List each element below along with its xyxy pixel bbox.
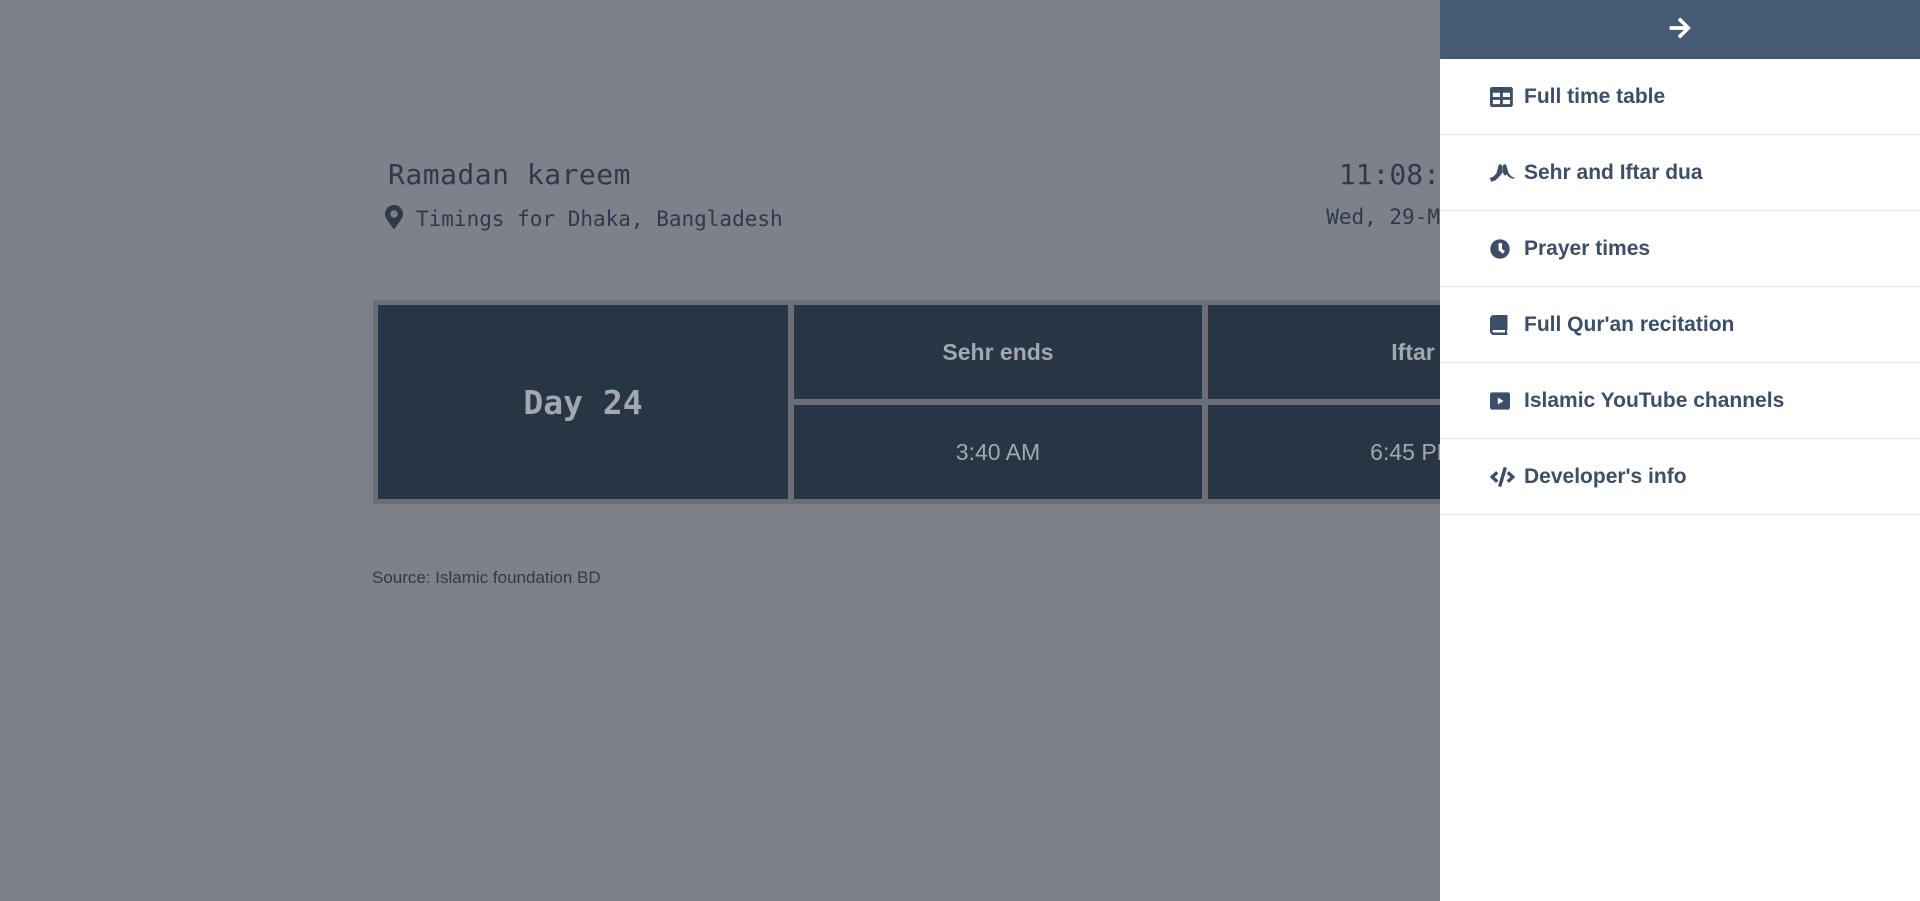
sidebar-drawer: Full time table Sehr and Iftar dua Praye… <box>1440 0 1920 901</box>
menu-item-label: Full time table <box>1524 84 1666 108</box>
praying-hands-icon <box>1490 162 1516 184</box>
source-note: Source: Islamic foundation BD <box>372 568 601 587</box>
close-drawer-button[interactable] <box>1440 0 1920 59</box>
menu-item-developer-info[interactable]: Developer's info <box>1440 439 1920 515</box>
drawer-menu: Full time table Sehr and Iftar dua Praye… <box>1440 59 1920 515</box>
clock-icon <box>1490 238 1516 260</box>
sehr-header: Sehr ends <box>794 305 1202 399</box>
menu-item-label: Prayer times <box>1524 236 1651 260</box>
menu-item-youtube-channels[interactable]: Islamic YouTube channels <box>1440 363 1920 439</box>
arrow-right-icon <box>1668 16 1692 44</box>
date: Wed, 29-M <box>1326 205 1440 229</box>
header-right: 11:08: Wed, 29-M <box>1326 158 1440 229</box>
youtube-icon <box>1490 390 1516 412</box>
sehr-time: 3:40 AM <box>794 405 1202 499</box>
table-icon <box>1490 86 1516 108</box>
menu-item-sehr-iftar-dua[interactable]: Sehr and Iftar dua <box>1440 135 1920 211</box>
menu-item-prayer-times[interactable]: Prayer times <box>1440 211 1920 287</box>
menu-item-label: Sehr and Iftar dua <box>1524 160 1703 184</box>
menu-item-label: Full Qur'an recitation <box>1524 312 1735 336</box>
menu-item-quran-recitation[interactable]: Full Qur'an recitation <box>1440 287 1920 363</box>
map-marker-icon <box>384 205 404 233</box>
header-left: Ramadan kareem Timings for Dhaka, Bangla… <box>385 158 783 233</box>
menu-item-label: Developer's info <box>1524 464 1687 488</box>
day-number: Day 24 <box>378 305 788 499</box>
clock: 11:08: <box>1338 158 1440 191</box>
code-icon <box>1490 466 1516 488</box>
page-title: Ramadan kareem <box>388 158 632 191</box>
location-row: Timings for Dhaka, Bangladesh <box>384 205 783 233</box>
menu-item-full-time-table[interactable]: Full time table <box>1440 59 1920 135</box>
menu-item-label: Islamic YouTube channels <box>1524 388 1785 412</box>
location-text: Timings for Dhaka, Bangladesh <box>416 207 783 231</box>
quran-icon <box>1490 314 1516 336</box>
